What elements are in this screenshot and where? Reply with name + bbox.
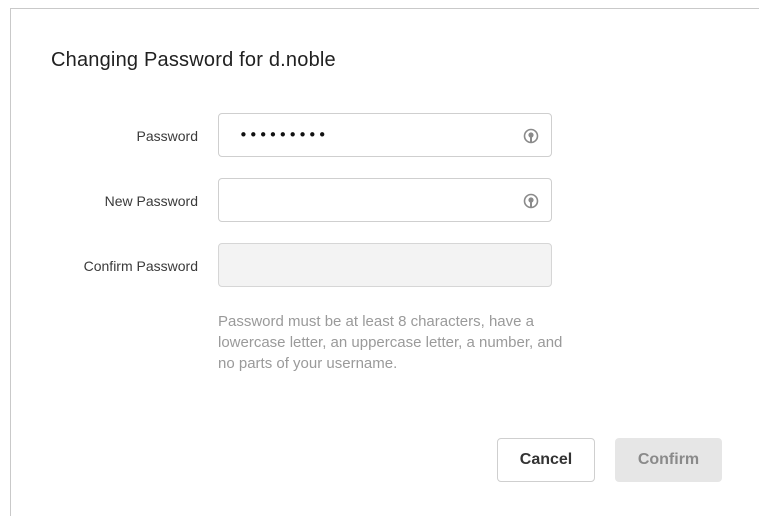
confirm-password-input — [219, 244, 509, 286]
new-password-field[interactable] — [218, 178, 552, 222]
confirm-button[interactable]: Confirm — [615, 438, 722, 482]
eye-toggle-icon[interactable] — [521, 126, 541, 146]
new-password-input[interactable] — [219, 179, 509, 221]
password-requirements-hint: Password must be at least 8 characters, … — [218, 313, 563, 372]
dialog-title: Changing Password for d.noble — [51, 49, 336, 71]
password-label: Password — [136, 128, 198, 144]
change-password-dialog: Changing Password for d.noble Password N… — [10, 8, 759, 516]
confirm-password-label: Confirm Password — [83, 258, 198, 274]
confirm-password-field — [218, 243, 552, 287]
cancel-button[interactable]: Cancel — [497, 438, 595, 482]
password-field[interactable] — [218, 113, 552, 157]
password-input[interactable] — [219, 114, 509, 156]
new-password-label: New Password — [104, 193, 198, 209]
eye-toggle-icon[interactable] — [521, 191, 541, 211]
